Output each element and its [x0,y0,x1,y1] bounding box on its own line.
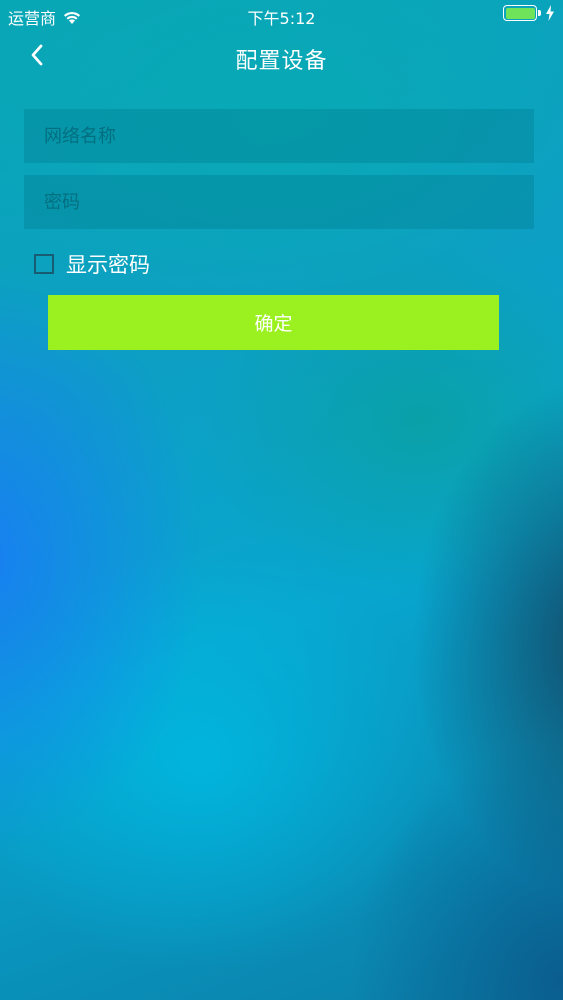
network-name-field[interactable] [24,109,534,163]
confirm-button-label: 确定 [254,313,293,335]
network-name-input[interactable] [24,109,534,163]
status-bar: 运营商 下午5:12 [0,0,563,30]
charging-bolt-icon [545,5,555,21]
battery-icon [503,5,541,21]
status-time: 下午5:12 [247,9,316,28]
page-title: 配置设备 [235,49,328,74]
password-field[interactable] [24,175,534,229]
battery-fill [505,7,535,19]
confirm-button[interactable]: 确定 [48,295,499,350]
show-password-label: 显示密码 [66,253,150,277]
battery-group [503,5,555,21]
nav-bar: 配置设备 [0,30,563,84]
show-password-checkbox[interactable] [34,254,54,274]
show-password-toggle[interactable]: 显示密码 [34,249,150,279]
battery-nub [538,10,541,16]
password-input[interactable] [24,175,534,229]
